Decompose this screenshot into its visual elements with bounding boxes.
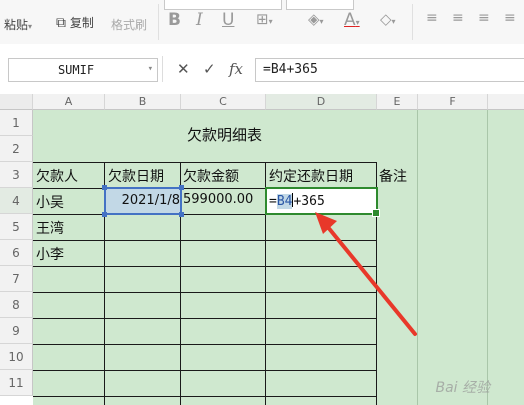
row-header-9[interactable]: 9 xyxy=(0,318,33,344)
cell-area[interactable]: 欠款明细表 欠款人 欠款日期 欠款金额 约定还款日期 备注 小吴 2021/1/… xyxy=(33,110,524,405)
row-header-2[interactable]: 2 xyxy=(0,136,33,162)
name-box[interactable]: SUMIF ▾ xyxy=(8,58,158,82)
formula-divider xyxy=(162,56,163,82)
row-header-1[interactable]: 1 xyxy=(0,110,33,136)
column-header-a[interactable]: A xyxy=(33,94,105,110)
align-left-icon[interactable]: ≡ xyxy=(426,10,438,26)
column-header-g[interactable] xyxy=(488,94,524,110)
row-header-4[interactable]: 4 xyxy=(0,188,33,214)
underline-button[interactable]: U xyxy=(222,10,234,30)
italic-button[interactable]: I xyxy=(196,10,203,30)
paste-label: 粘贴 xyxy=(4,18,29,32)
border-icon[interactable]: ⊞▾ xyxy=(256,10,273,28)
format-painter-label: 格式刷 xyxy=(111,18,148,32)
copy-label: 复制 xyxy=(69,16,94,30)
row-header-7[interactable]: 7 xyxy=(0,266,33,292)
column-header-d[interactable]: D xyxy=(266,94,377,110)
row-header-3[interactable]: 3 xyxy=(0,162,33,188)
name-box-dropdown-icon[interactable]: ▾ xyxy=(148,64,153,74)
annotation-arrow xyxy=(315,212,417,336)
ribbon-divider xyxy=(412,4,413,40)
name-box-value: SUMIF xyxy=(57,63,95,77)
font-color-button[interactable]: A▾ xyxy=(344,10,360,30)
paste-button[interactable]: 粘贴▾ xyxy=(4,16,32,33)
font-size-select[interactable] xyxy=(286,0,354,10)
formula-input[interactable]: =B4+365 xyxy=(255,58,524,82)
row-header-8[interactable]: 8 xyxy=(0,292,33,318)
watermark: Bai 经验 xyxy=(435,380,490,396)
accept-icon[interactable]: ✓ xyxy=(203,60,216,78)
font-color-icon: A xyxy=(344,10,356,30)
column-header-c[interactable]: C xyxy=(181,94,266,110)
justify-icon[interactable]: ≡ xyxy=(504,10,516,26)
ribbon-divider xyxy=(158,4,159,40)
column-header-b[interactable]: B xyxy=(105,94,181,110)
ribbon-toolbar: 粘贴▾ ⧉ 复制 格式刷 B I U ⊞▾ ◈▾ A▾ ◇▾ ≡ ≡ ≡ ≡ xyxy=(0,0,524,45)
row-header-11[interactable]: 11 xyxy=(0,370,33,396)
font-name-select[interactable] xyxy=(164,0,282,10)
row-header-6[interactable]: 6 xyxy=(0,240,33,266)
copy-icon: ⧉ xyxy=(56,15,66,31)
column-header-f[interactable]: F xyxy=(418,94,488,110)
formula-text: =B4+365 xyxy=(263,62,318,77)
align-right-icon[interactable]: ≡ xyxy=(478,10,490,26)
row-header-10[interactable]: 10 xyxy=(0,344,33,370)
row-header-5[interactable]: 5 xyxy=(0,214,33,240)
spreadsheet-grid: A B C D E F 1 2 3 4 5 6 7 8 9 10 11 欠款明细… xyxy=(0,94,524,405)
align-center-icon[interactable]: ≡ xyxy=(452,10,464,26)
select-all-corner[interactable] xyxy=(0,94,33,110)
column-header-e[interactable]: E xyxy=(377,94,418,110)
format-painter-button[interactable]: 格式刷 xyxy=(111,16,147,33)
copy-button[interactable]: ⧉ 复制 xyxy=(56,14,94,31)
paste-dropdown-icon[interactable]: ▾ xyxy=(28,22,32,31)
fill-color-icon[interactable]: ◈▾ xyxy=(308,10,324,28)
cancel-icon[interactable]: ✕ xyxy=(177,60,190,78)
fx-icon[interactable]: fx xyxy=(229,60,243,78)
formula-bar: SUMIF ▾ ✕ ✓ fx =B4+365 xyxy=(0,44,524,95)
clear-format-icon[interactable]: ◇▾ xyxy=(380,10,396,28)
bold-button[interactable]: B xyxy=(168,10,181,30)
